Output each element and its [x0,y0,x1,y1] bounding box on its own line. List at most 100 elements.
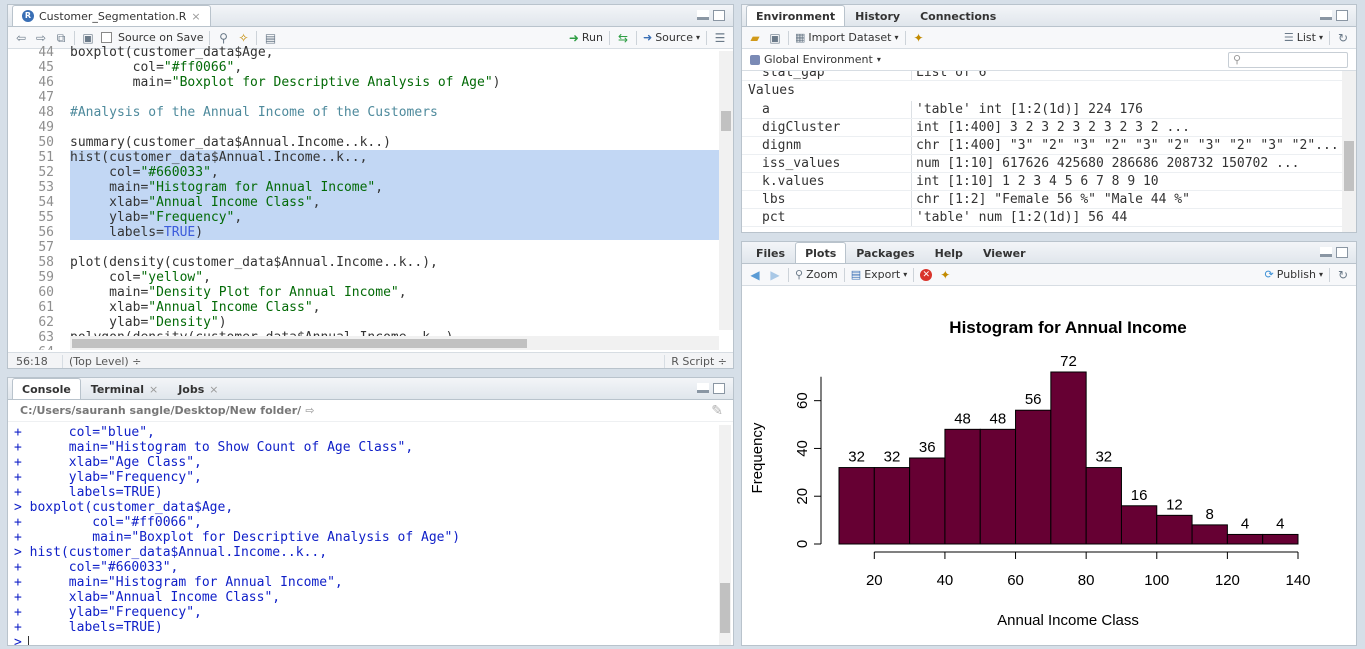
forward-arrow-icon[interactable]: ▶ [768,268,782,282]
env-row[interactable]: dignm chr [1:400] "3" "2" "3" "2" "3" "2"… [742,137,1342,155]
code-line[interactable]: 52 col="#660033", [8,165,719,180]
maximize-icon[interactable] [713,10,725,21]
refresh-icon[interactable]: ↻ [1336,31,1350,45]
clear-console-icon[interactable]: ✎ [711,403,723,419]
console-line: + ylab="Frequency", [14,605,717,620]
compile-report-icon[interactable]: ▤ [263,31,277,45]
scope-selector[interactable]: (Top Level) ÷ [63,355,664,368]
scrollbar-thumb[interactable] [1344,141,1354,191]
run-button[interactable]: ➜ Run [569,31,603,45]
minimize-icon[interactable] [1320,247,1332,257]
tab-packages[interactable]: Packages [846,243,924,263]
outline-icon[interactable]: ☰ [713,31,727,45]
list-view-button[interactable]: ☰ List ▾ [1284,31,1323,44]
back-arrow-icon[interactable]: ◀ [748,268,762,282]
show-in-window-icon[interactable]: ⧉ [54,31,68,45]
global-environment-selector[interactable]: Global Environment [764,53,873,66]
code-line[interactable]: 50 summary(customer_data$Annual.Income..k… [8,135,719,150]
rerun-icon[interactable]: ⇆ [616,31,630,45]
env-search-input[interactable]: ⚲ [1228,52,1348,68]
maximize-icon[interactable] [1336,247,1348,258]
tab-terminal[interactable]: Terminal × [81,379,168,399]
code-line[interactable]: 61 xlab="Annual Income Class", [8,300,719,315]
export-button[interactable]: ▤ Export ▾ [851,268,907,281]
env-row[interactable]: digCluster int [1:400] 3 2 3 2 3 2 3 2 3 … [742,119,1342,137]
close-icon[interactable]: × [149,383,158,396]
console-output[interactable]: + col="blue", + main="Histogram to Show C… [14,425,717,645]
source-pane: R Customer_Segmentation.R × ⇦ ⇨ ⧉ ▣ Sour… [7,4,734,369]
env-row[interactable]: a 'table' int [1:2(1d)] 224 176 [742,101,1342,119]
env-row[interactable]: lbs chr [1:2] "Female 56 %" "Male 44 %" [742,191,1342,209]
broom-icon[interactable]: ✦ [938,268,952,282]
minimize-icon[interactable] [697,383,709,393]
scrollbar-thumb[interactable] [72,339,527,348]
tab-environment[interactable]: Environment [746,5,846,26]
code-line[interactable]: 45 col="#ff0066", [8,60,719,75]
code-editor[interactable]: 44 boxplot(customer_data$Age, 45 col="#ff0… [8,45,719,350]
tab-viewer[interactable]: Viewer [973,243,1036,263]
magic-wand-icon[interactable]: ✧ [236,31,250,45]
code-token: "Density Plot for Annual Income" [148,285,399,300]
env-scrollbar[interactable] [1342,71,1356,232]
tab-help[interactable]: Help [925,243,973,263]
maximize-icon[interactable] [713,383,725,394]
save-icon[interactable]: ▣ [81,31,95,45]
search-icon[interactable]: ⚲ [216,31,230,45]
minimize-icon[interactable] [697,10,709,20]
code-line[interactable]: 47 [8,90,719,105]
code-line[interactable]: 51 hist(customer_data$Annual.Income..k.., [8,150,719,165]
code-line[interactable]: 60 main="Density Plot for Annual Income"… [8,285,719,300]
plots-tabbar: Files Plots Packages Help Viewer [742,242,1356,264]
remove-plot-icon[interactable]: ✕ [920,268,933,281]
code-line[interactable]: 46 main="Boxplot for Descriptive Analysi… [8,75,719,90]
publish-button[interactable]: ⟳ Publish ▾ [1265,268,1323,281]
scrollbar-thumb[interactable] [721,111,731,131]
minimize-icon[interactable] [1320,10,1332,20]
code-line[interactable]: 49 [8,120,719,135]
code-line[interactable]: 44 boxplot(customer_data$Age, [8,45,719,60]
filetype-selector[interactable]: R Script ÷ [664,355,733,368]
import-dataset-button[interactable]: ▦ Import Dataset ▾ [795,31,899,44]
tab-files[interactable]: Files [746,243,795,263]
forward-arrow-icon[interactable]: ⇨ [34,31,48,45]
code-line[interactable]: 48 #Analysis of the Annual Income of the … [8,105,719,120]
broom-icon[interactable]: ✦ [912,31,926,45]
env-row[interactable]: pct 'table' num [1:2(1d)] 56 44 [742,209,1342,227]
console-scrollbar[interactable] [719,425,731,645]
horizontal-scrollbar[interactable] [70,336,719,350]
close-icon[interactable]: × [209,383,218,396]
back-arrow-icon[interactable]: ⇦ [14,31,28,45]
tab-console[interactable]: Console [12,378,81,399]
code-line[interactable]: 54 xlab="Annual Income Class", [8,195,719,210]
tab-connections[interactable]: Connections [910,6,1006,26]
tab-history[interactable]: History [845,6,910,26]
env-row[interactable]: iss_values num [1:10] 617626 425680 28668… [742,155,1342,173]
code-line[interactable]: 59 col="yellow", [8,270,719,285]
code-line[interactable]: 57 [8,240,719,255]
env-row[interactable]: k.values int [1:10] 1 2 3 4 5 6 7 8 9 10 [742,173,1342,191]
code-line[interactable]: 58 plot(density(customer_data$Annual.Inco… [8,255,719,270]
divider [635,30,637,45]
line-number: 54 [38,195,54,210]
code-line[interactable]: 53 main="Histogram for Annual Income", [8,180,719,195]
scrollbar-thumb[interactable] [720,583,730,633]
open-folder-icon[interactable]: ▰ [748,31,762,45]
env-row-partial[interactable]: stat_gap List of 6 [742,71,1342,81]
source-button[interactable]: ➜ Source ▾ [643,31,700,44]
maximize-icon[interactable] [1336,10,1348,21]
zoom-button[interactable]: ⚲ Zoom [795,268,838,281]
vertical-scrollbar[interactable] [719,51,733,330]
code-line[interactable]: 62 ylab="Density") [8,315,719,330]
code-line[interactable]: 55 ylab="Frequency", [8,210,719,225]
code-token: labels= [70,225,164,240]
console-prompt: + [14,590,22,605]
tab-customer-segmentation[interactable]: R Customer_Segmentation.R × [12,5,211,26]
close-icon[interactable]: × [191,10,200,23]
refresh-icon[interactable]: ↻ [1336,268,1350,282]
save-icon[interactable]: ▣ [768,31,782,45]
tab-jobs[interactable]: Jobs × [168,379,228,399]
source-on-save-checkbox[interactable] [101,32,112,43]
go-to-directory-icon[interactable]: ⇨ [305,404,314,417]
code-line[interactable]: 56 labels=TRUE) [8,225,719,240]
tab-plots[interactable]: Plots [795,242,847,263]
